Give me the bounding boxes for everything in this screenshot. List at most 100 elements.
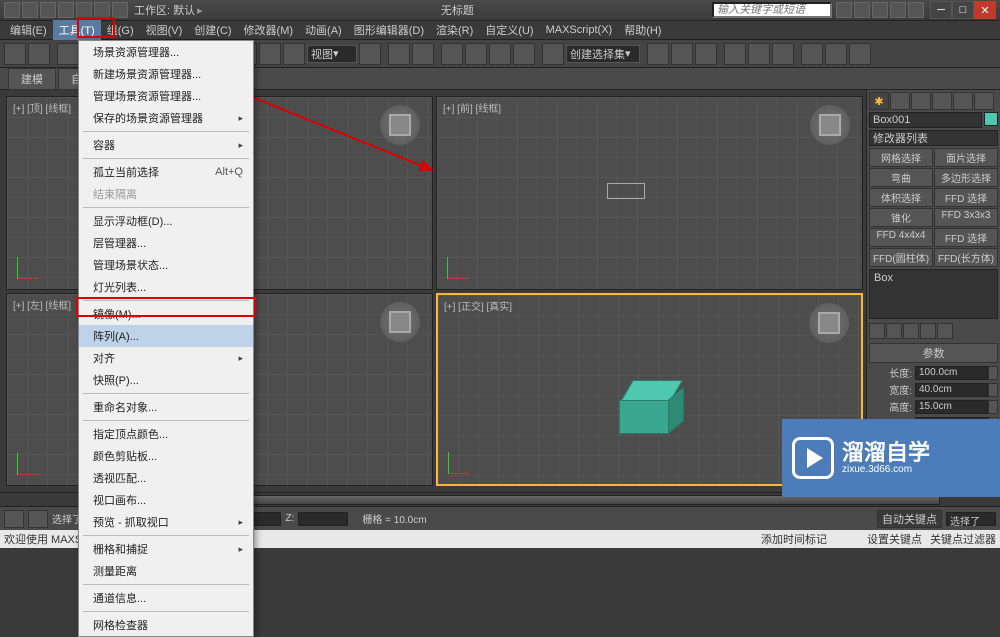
scale-button[interactable] [283, 43, 305, 65]
mod-volselect[interactable]: 体积选择 [869, 188, 933, 207]
menu-item-0[interactable]: 场景资源管理器... [79, 41, 253, 63]
favorites-icon[interactable] [872, 2, 888, 18]
config-icon[interactable] [937, 323, 953, 339]
menu-item-22[interactable]: 测量距离 [79, 560, 253, 582]
menu-item-24[interactable]: 网格检查器 [79, 614, 253, 636]
layers-button[interactable] [695, 43, 717, 65]
spinner-icon[interactable] [988, 366, 998, 380]
pivot-button[interactable] [359, 43, 381, 65]
menu-view[interactable]: 视图(V) [140, 20, 189, 40]
spinner-icon[interactable] [988, 383, 998, 397]
mod-taper[interactable]: 锥化 [869, 208, 933, 227]
curveeditor-button[interactable] [724, 43, 746, 65]
autokey-button[interactable]: 自动关键点 [877, 510, 942, 528]
utilities-tab-icon[interactable] [974, 92, 994, 110]
display-tab-icon[interactable] [953, 92, 973, 110]
refcoord-combo[interactable]: 视图▾ [307, 45, 357, 63]
maximize-button[interactable]: □ [952, 1, 974, 19]
spinner-icon[interactable] [988, 400, 998, 414]
link-button[interactable] [57, 43, 79, 65]
rendersetup-button[interactable] [801, 43, 823, 65]
percent-snap-button[interactable] [489, 43, 511, 65]
menu-animation[interactable]: 动画(A) [299, 20, 348, 40]
viewcube-icon[interactable] [380, 105, 420, 145]
mod-patchselect[interactable]: 面片选择 [934, 148, 998, 167]
menu-item-4[interactable]: 容器 [79, 134, 253, 156]
minimize-button[interactable]: ─ [930, 1, 952, 19]
rotate-button[interactable] [259, 43, 281, 65]
signin-icon[interactable] [854, 2, 870, 18]
new-icon[interactable] [22, 2, 38, 18]
info-icon[interactable] [890, 2, 906, 18]
menu-item-23[interactable]: 通道信息... [79, 587, 253, 609]
open-icon[interactable] [40, 2, 56, 18]
menu-help[interactable]: 帮助(H) [618, 20, 667, 40]
undo-button[interactable] [4, 43, 26, 65]
workspace-label[interactable]: 工作区: 默认 [134, 2, 195, 18]
menu-group[interactable]: 组(G) [101, 20, 140, 40]
menu-item-5[interactable]: 孤立当前选择Alt+Q [79, 161, 253, 183]
menu-create[interactable]: 创建(C) [188, 20, 237, 40]
viewport-front[interactable]: [+] [前] [线框] [436, 96, 863, 290]
menu-item-16[interactable]: 指定顶点颜色... [79, 423, 253, 445]
menu-render[interactable]: 渲染(R) [430, 20, 479, 40]
mod-ffdbox[interactable]: FFD(长方体) [934, 248, 998, 267]
menu-item-18[interactable]: 透视匹配... [79, 467, 253, 489]
menu-item-21[interactable]: 栅格和捕捉 [79, 538, 253, 560]
unique-icon[interactable] [903, 323, 919, 339]
menu-item-12[interactable]: 阵列(A)... [79, 325, 253, 347]
save-icon[interactable] [58, 2, 74, 18]
mod-bend[interactable]: 弯曲 [869, 168, 933, 187]
menu-item-14[interactable]: 快照(P)... [79, 369, 253, 391]
menu-item-1[interactable]: 新建场景资源管理器... [79, 63, 253, 85]
menu-item-10[interactable]: 灯光列表... [79, 276, 253, 298]
snap-button[interactable] [441, 43, 463, 65]
lock-icon[interactable] [4, 510, 24, 528]
menu-grapheditors[interactable]: 图形编辑器(D) [348, 20, 430, 40]
schematic-button[interactable] [748, 43, 770, 65]
angle-snap-button[interactable] [465, 43, 487, 65]
menu-item-11[interactable]: 镜像(M)... [79, 303, 253, 325]
show-end-icon[interactable] [886, 323, 902, 339]
menu-item-8[interactable]: 层管理器... [79, 232, 253, 254]
mirror-button[interactable] [647, 43, 669, 65]
menu-item-13[interactable]: 对齐 [79, 347, 253, 369]
remove-mod-icon[interactable] [920, 323, 936, 339]
modify-tab-icon[interactable] [890, 92, 910, 110]
object-name-field[interactable]: Box001 [869, 112, 982, 128]
mod-ffdselect[interactable]: FFD 选择 [934, 188, 998, 207]
selectmanip-button[interactable] [388, 43, 410, 65]
menu-item-9[interactable]: 管理场景状态... [79, 254, 253, 276]
params-rollout[interactable]: 参数 [869, 343, 998, 363]
mod-ffd3[interactable]: FFD 3x3x3 [934, 208, 998, 227]
menu-tools[interactable]: 工具(T) [53, 20, 101, 40]
link-icon[interactable] [112, 2, 128, 18]
menu-customize[interactable]: 自定义(U) [479, 20, 539, 40]
viewcube-icon[interactable] [809, 303, 849, 343]
coord-z-field[interactable] [298, 512, 348, 526]
mod-meshselect[interactable]: 网格选择 [869, 148, 933, 167]
align-button[interactable] [671, 43, 693, 65]
menu-item-2[interactable]: 管理场景资源管理器... [79, 85, 253, 107]
viewcube-icon[interactable] [810, 105, 850, 145]
undo-icon[interactable] [76, 2, 92, 18]
motion-tab-icon[interactable] [932, 92, 952, 110]
menu-item-20[interactable]: 预览 - 抓取视口 [79, 511, 253, 533]
render-button[interactable] [849, 43, 871, 65]
editnamed-button[interactable] [542, 43, 564, 65]
renderframe-button[interactable] [825, 43, 847, 65]
hierarchy-tab-icon[interactable] [911, 92, 931, 110]
material-button[interactable] [772, 43, 794, 65]
modifier-stack[interactable]: Box [869, 269, 998, 319]
redo-button[interactable] [28, 43, 50, 65]
keymode-combo[interactable]: 选择了 [946, 512, 996, 526]
selset-combo[interactable]: 创建选择集▾ [566, 45, 640, 63]
menu-item-19[interactable]: 视口画布... [79, 489, 253, 511]
menu-item-15[interactable]: 重命名对象... [79, 396, 253, 418]
menu-edit[interactable]: 编辑(E) [4, 20, 53, 40]
timemark-button[interactable]: 添加时间标记 [761, 531, 827, 547]
keyboard-button[interactable] [412, 43, 434, 65]
menu-item-3[interactable]: 保存的场景资源管理器 [79, 107, 253, 129]
menu-item-6[interactable]: 结束隔离 [79, 183, 253, 205]
close-button[interactable]: ✕ [974, 1, 996, 19]
